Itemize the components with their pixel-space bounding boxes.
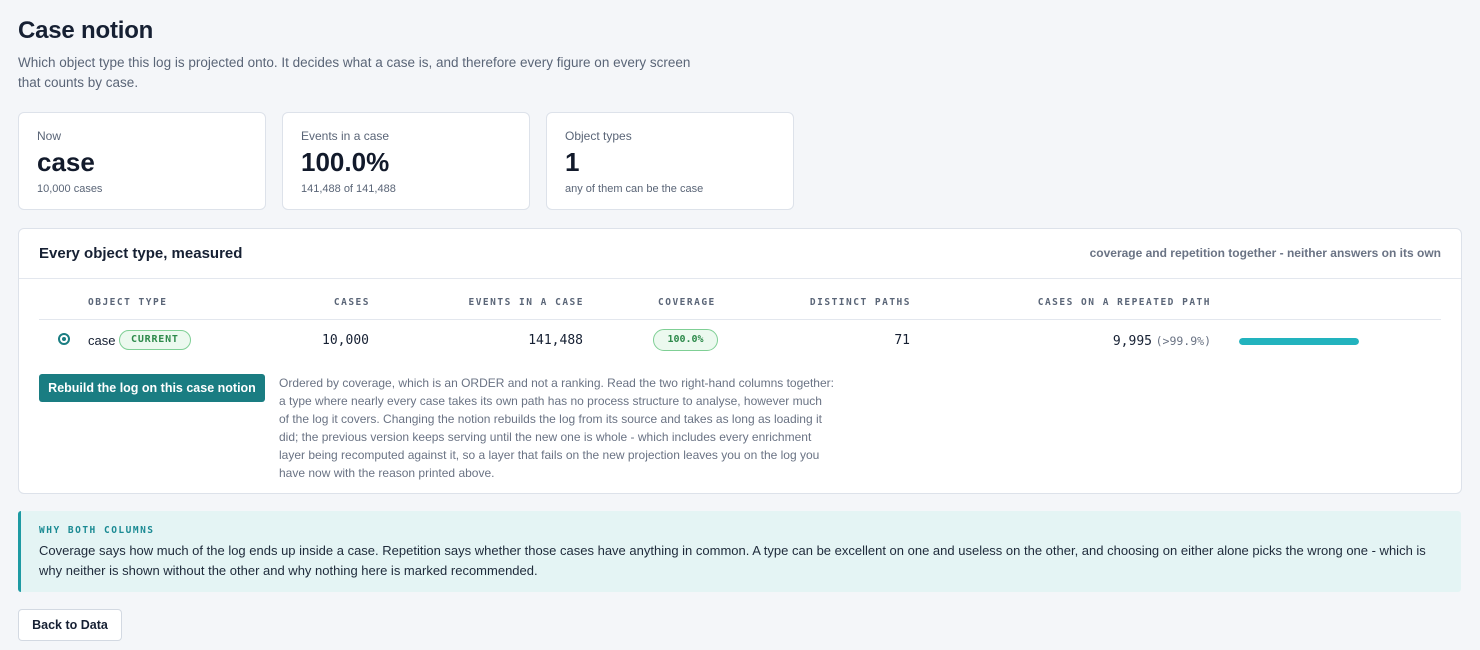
col-header-distinct-paths: DISTINCT PATHS xyxy=(809,297,911,308)
case-notion-radio[interactable] xyxy=(58,333,70,345)
col-header-cases: CASES xyxy=(333,297,370,308)
repeated-path-bar xyxy=(1239,338,1359,345)
object-type-name: case xyxy=(88,333,116,348)
stat-sub: 10,000 cases xyxy=(37,183,103,195)
cases-value: 10,000 xyxy=(322,333,369,348)
stat-card-now: Now case 10,000 cases xyxy=(18,112,266,210)
rebuild-note: Ordered by coverage, which is an ORDER a… xyxy=(279,376,834,480)
repeated-path-bar-fill xyxy=(1239,338,1359,345)
object-types-panel: Every object type, measured coverage and… xyxy=(18,228,1462,494)
panel-note: coverage and repetition together - neith… xyxy=(1089,246,1441,260)
stat-card-events-in-case: Events in a case 100.0% 141,488 of 141,4… xyxy=(282,112,530,210)
page-title: Case notion xyxy=(18,17,154,44)
repeated-path-value: 9,995 xyxy=(1112,334,1152,349)
repeated-path-percent: (>99.9%) xyxy=(1155,334,1211,348)
header-divider xyxy=(39,319,1441,320)
stat-value: 100.0% xyxy=(301,147,390,177)
callout-text: Coverage says how much of the log ends u… xyxy=(39,543,1426,578)
col-header-object-type: OBJECT TYPE xyxy=(88,297,168,308)
stat-label: Now xyxy=(37,129,62,143)
panel-header: Every object type, measured coverage and… xyxy=(19,229,1461,279)
repeated-path-cell: 9,995 (>99.9%) xyxy=(1113,333,1211,349)
stat-label: Object types xyxy=(565,129,632,143)
stat-value: 1 xyxy=(565,147,580,177)
back-to-data-button[interactable]: Back to Data xyxy=(18,609,122,641)
rebuild-log-button[interactable]: Rebuild the log on this case notion xyxy=(39,374,265,402)
coverage-badge: 100.0% xyxy=(653,329,718,351)
col-header-coverage: COVERAGE xyxy=(658,297,716,308)
col-header-repeated-path: CASES ON A REPEATED PATH xyxy=(1037,297,1211,308)
col-header-events-in-case: EVENTS IN A CASE xyxy=(468,297,584,308)
stat-sub: 141,488 of 141,488 xyxy=(301,183,396,195)
stat-card-object-types: Object types 1 any of them can be the ca… xyxy=(546,112,794,210)
panel-title: Every object type, measured xyxy=(39,245,243,262)
stat-value: case xyxy=(37,147,95,177)
callout-heading: WHY BOTH COLUMNS xyxy=(39,525,155,536)
current-badge: CURRENT xyxy=(119,330,191,350)
stat-label: Events in a case xyxy=(301,129,390,143)
distinct-paths-value: 71 xyxy=(894,333,910,348)
events-value: 141,488 xyxy=(528,333,583,348)
stat-sub: any of them can be the case xyxy=(565,183,704,195)
page-description: Which object type this log is projected … xyxy=(18,55,691,90)
why-both-columns-callout: WHY BOTH COLUMNS Coverage says how much … xyxy=(18,511,1461,592)
